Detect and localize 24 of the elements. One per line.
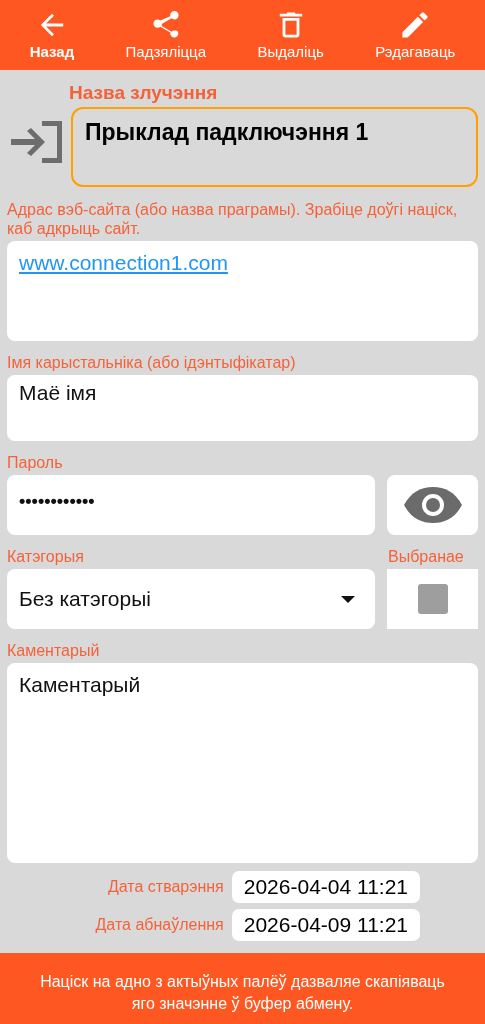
share-icon: [151, 10, 180, 39]
pencil-icon: [401, 10, 430, 39]
date-value[interactable]: 2026-04-09 11:21: [231, 909, 420, 941]
field-label: Назва злучэння: [69, 82, 219, 104]
field-label: Каментарый: [7, 641, 101, 660]
date-label: Дата абнаўлення: [95, 916, 224, 934]
dropdown-value: Без катэгорыі: [19, 587, 151, 611]
field-label: Імя карыстальніка (або ідэнтыфікатар): [7, 353, 297, 372]
category-dropdown[interactable]: Без катэгорыі: [7, 569, 375, 629]
field-label: Катэгорыя: [7, 547, 85, 566]
field-label: Выбранае: [388, 547, 465, 566]
comment-field[interactable]: Каментарый: [7, 663, 478, 863]
dropdown-caret-icon: [341, 595, 355, 603]
field-label: Пароль: [7, 453, 64, 472]
username-field[interactable]: Маё імя: [7, 375, 478, 441]
name-field[interactable]: Прыклад падключэння 1: [71, 107, 478, 187]
date-label: Дата стварэння: [107, 878, 224, 896]
field-label: Адрас вэб-сайта (або назва праграмы). Зрабіце доўгі націск, каб адкрыць сайт.: [7, 200, 459, 238]
favorite-checkbox[interactable]: [417, 584, 448, 614]
hint-text: Націск на адно з актыўных палёў дазваляе скапіяваць яго значэнне ў буфер абмену.: [39, 971, 446, 1014]
date-value[interactable]: 2026-04-04 11:21: [231, 871, 420, 903]
eye-icon: [402, 485, 463, 525]
show-password-button[interactable]: [387, 475, 478, 535]
password-field[interactable]: ••••••••••••: [7, 475, 375, 535]
